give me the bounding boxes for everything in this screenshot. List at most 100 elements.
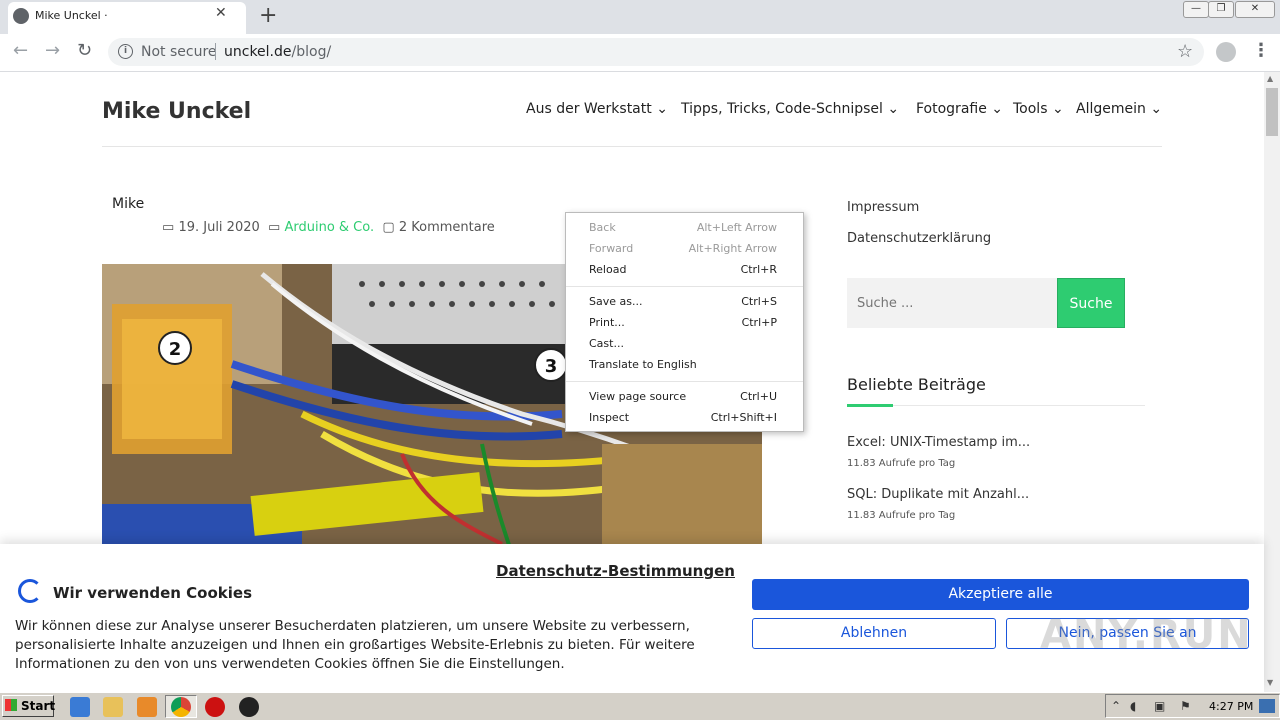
forward-arrow-icon[interactable]: → xyxy=(45,40,60,61)
window-close-button[interactable]: ✕ xyxy=(1235,1,1275,18)
chevron-down-icon: ⌄ xyxy=(1051,101,1064,117)
sidebar-link-datenschutz[interactable]: Datenschutzerklärung xyxy=(847,231,991,246)
url-host: unckel.de xyxy=(224,44,292,60)
ctx-view-source[interactable]: View page source Ctrl+U xyxy=(566,387,803,408)
globe-icon xyxy=(13,8,29,24)
nav-label: Tipps, Tricks, Code-Schnipsel xyxy=(681,101,883,117)
image-badge-3: 3 xyxy=(545,356,558,377)
ctx-shortcut: Alt+Left Arrow xyxy=(696,221,777,234)
url-text[interactable]: unckel.de/blog/ xyxy=(224,44,331,60)
back-arrow-icon[interactable]: ← xyxy=(13,40,28,61)
nav-item-fotografie[interactable]: Fotografie ⌄ xyxy=(916,101,1003,117)
accept-all-button[interactable]: Akzeptiere alle xyxy=(752,579,1249,610)
search-button[interactable]: Suche xyxy=(1057,278,1125,328)
ctx-back[interactable]: Back Alt+Left Arrow xyxy=(566,218,803,239)
search-input[interactable] xyxy=(847,278,1057,328)
nav-label: Fotografie xyxy=(916,101,987,117)
popular-post-link[interactable]: Excel: UNIX-Timestamp im... xyxy=(847,435,1030,450)
folder-icon: ▭ xyxy=(268,220,281,235)
chevron-down-icon: ⌄ xyxy=(656,101,668,117)
post-date[interactable]: 19. Juli 2020 xyxy=(178,220,259,235)
nav-label: Aus der Werkstatt xyxy=(526,101,652,117)
network-icon[interactable]: ▣ xyxy=(1154,699,1165,713)
ctx-label: Inspect xyxy=(589,411,630,424)
popular-post-link[interactable]: SQL: Duplikate mit Anzahl... xyxy=(847,487,1029,502)
ctx-print[interactable]: Print... Ctrl+P xyxy=(566,313,803,334)
opera-icon[interactable] xyxy=(205,697,225,717)
ctx-cast[interactable]: Cast... xyxy=(566,334,803,355)
page-scrollbar[interactable] xyxy=(1264,72,1280,692)
minimize-button[interactable]: — xyxy=(1183,1,1209,18)
info-icon[interactable]: i xyxy=(118,44,133,59)
ctx-label: Reload xyxy=(589,263,627,276)
post-author[interactable]: Mike xyxy=(112,196,144,212)
header-divider xyxy=(102,146,1162,147)
media-player-icon[interactable] xyxy=(137,697,157,717)
security-label[interactable]: Not secure xyxy=(141,44,217,60)
internet-explorer-icon[interactable] xyxy=(70,697,90,717)
scroll-down-icon[interactable]: ▼ xyxy=(1267,678,1273,687)
volume-icon[interactable]: ◖ xyxy=(1130,699,1136,713)
watermark-logo: ANY.RUN xyxy=(1040,612,1253,658)
privacy-policy-link[interactable]: Datenschutz-Bestimmungen xyxy=(496,562,735,580)
more-menu-icon[interactable]: ⋮ xyxy=(1252,40,1270,61)
tab-title: Mike Unckel · xyxy=(35,9,108,22)
tray-expand-icon[interactable]: ⌃ xyxy=(1111,699,1121,713)
site-title[interactable]: Mike Unckel xyxy=(102,99,251,124)
reload-icon[interactable]: ↻ xyxy=(77,40,92,61)
decline-button[interactable]: Ablehnen xyxy=(752,618,996,649)
ctx-translate[interactable]: Translate to English xyxy=(566,355,803,376)
popular-posts-heading: Beliebte Beiträge xyxy=(847,375,986,394)
chevron-down-icon: ⌄ xyxy=(1150,101,1163,117)
ctx-reload[interactable]: Reload Ctrl+R xyxy=(566,260,803,281)
sidebar-link-impressum[interactable]: Impressum xyxy=(847,200,919,215)
nav-item-tipps[interactable]: Tipps, Tricks, Code-Schnipsel ⌄ xyxy=(681,101,899,117)
flag-icon[interactable]: ⚑ xyxy=(1180,699,1191,713)
app-icon[interactable] xyxy=(239,697,259,717)
profile-avatar-icon[interactable] xyxy=(1216,42,1236,62)
show-desktop-icon[interactable] xyxy=(1259,699,1275,713)
context-menu: Back Alt+Left Arrow Forward Alt+Right Arro… xyxy=(565,212,804,432)
file-explorer-icon[interactable] xyxy=(103,697,123,717)
post-category[interactable]: Arduino & Co. xyxy=(284,220,374,235)
scroll-up-icon[interactable]: ▲ xyxy=(1267,74,1273,83)
cookie-logo-icon xyxy=(18,579,42,603)
heading-accent xyxy=(847,404,893,407)
post-comments[interactable]: 2 Kommentare xyxy=(399,220,495,235)
windows-logo-icon xyxy=(5,699,17,711)
ctx-shortcut: Alt+Right Arrow xyxy=(688,242,777,255)
ctx-label: Translate to English xyxy=(589,358,697,371)
restore-button[interactable]: ❐ xyxy=(1208,1,1234,18)
ctx-inspect[interactable]: Inspect Ctrl+Shift+I xyxy=(566,408,803,429)
bookmark-star-icon[interactable]: ☆ xyxy=(1177,41,1193,62)
cookie-description: Wir können diese zur Analyse unserer Bes… xyxy=(15,618,695,672)
ctx-label: Back xyxy=(589,221,616,234)
ctx-shortcut: Ctrl+S xyxy=(741,295,777,308)
image-badge-2: 2 xyxy=(169,339,182,360)
nav-label: Tools xyxy=(1013,101,1048,117)
chrome-icon xyxy=(171,697,191,717)
url-path: /blog/ xyxy=(291,44,332,60)
ctx-shortcut: Ctrl+Shift+I xyxy=(710,411,777,424)
clock[interactable]: 4:27 PM xyxy=(1209,700,1253,713)
nav-label: Allgemein xyxy=(1076,101,1146,117)
tab-close-button[interactable]: ✕ xyxy=(215,5,227,21)
ctx-label: Forward xyxy=(589,242,634,255)
nav-item-allgemein[interactable]: Allgemein ⌄ xyxy=(1076,101,1162,117)
new-tab-button[interactable]: + xyxy=(259,3,277,28)
ctx-separator xyxy=(566,286,803,287)
scrollbar-thumb[interactable] xyxy=(1266,88,1278,136)
comment-icon: ▢ xyxy=(382,220,395,235)
ctx-shortcut: Ctrl+U xyxy=(740,390,777,403)
ctx-separator xyxy=(566,381,803,382)
ctx-label: Print... xyxy=(589,316,625,329)
url-divider xyxy=(215,43,216,60)
nav-item-tools[interactable]: Tools ⌄ xyxy=(1013,101,1064,117)
popular-post-views: 11.83 Aufrufe pro Tag xyxy=(847,458,956,469)
ctx-label: Cast... xyxy=(589,337,624,350)
cookie-title: Wir verwenden Cookies xyxy=(53,584,253,602)
ctx-save-as[interactable]: Save as... Ctrl+S xyxy=(566,292,803,313)
nav-item-werkstatt[interactable]: Aus der Werkstatt ⌄ xyxy=(526,101,668,117)
chevron-down-icon: ⌄ xyxy=(991,101,1004,117)
ctx-forward[interactable]: Forward Alt+Right Arrow xyxy=(566,239,803,260)
